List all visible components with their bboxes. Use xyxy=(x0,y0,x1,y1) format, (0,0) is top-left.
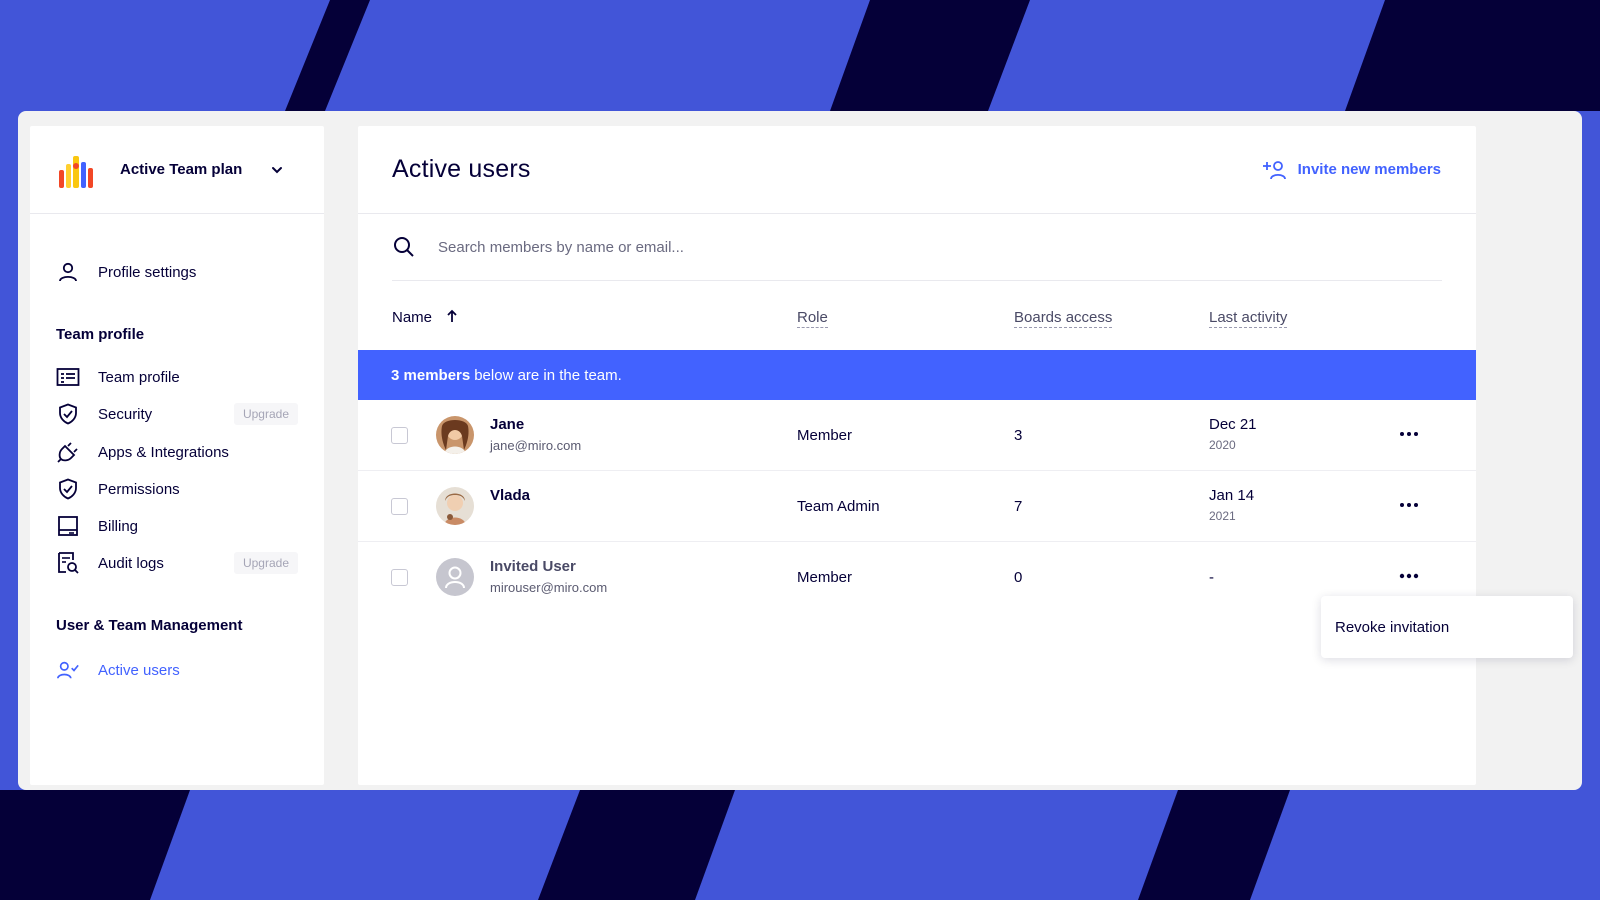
invite-members-button[interactable]: Invite new members xyxy=(1262,159,1441,181)
more-options-icon[interactable] xyxy=(1398,495,1420,515)
upgrade-badge[interactable]: Upgrade xyxy=(233,552,298,574)
id-card-icon xyxy=(56,365,80,389)
avatar-placeholder xyxy=(436,558,474,596)
sidebar-item-label: Billing xyxy=(98,517,139,535)
column-header-boards-access[interactable]: Boards access xyxy=(1014,309,1113,328)
column-header-last-activity[interactable]: Last activity xyxy=(1209,309,1288,328)
sidebar-item-profile-settings[interactable]: Profile settings xyxy=(56,257,298,287)
members-banner: 3 members below are in the team. xyxy=(358,350,1476,400)
sidebar-item-permissions[interactable]: Permissions xyxy=(56,474,298,504)
boards-access-count: 7 xyxy=(1014,498,1023,515)
last-activity-date: Jan 14 xyxy=(1209,487,1255,504)
user-role: Member xyxy=(797,427,853,444)
members-count: 3 members xyxy=(391,366,471,384)
sidebar-item-billing[interactable]: Billing xyxy=(56,511,298,541)
plan-switcher[interactable]: Active Team plan xyxy=(30,126,324,214)
members-banner-text: below are in the team. xyxy=(474,366,622,384)
boards-access-count: 3 xyxy=(1014,427,1023,444)
table-row: Invited User mirouser@miro.com Member 0 … xyxy=(358,542,1476,613)
last-activity-date: - xyxy=(1209,569,1214,586)
row-checkbox[interactable] xyxy=(391,569,408,586)
plan-title: Active Team plan xyxy=(120,161,243,178)
search-icon xyxy=(394,237,414,257)
user-name: Invited User xyxy=(490,558,576,575)
row-actions-menu: Revoke invitation xyxy=(1321,596,1573,658)
page-title: Active users xyxy=(392,155,531,183)
team-hands-logo xyxy=(59,155,93,188)
sidebar-item-apps-integrations[interactable]: Apps & Integrations xyxy=(56,437,298,467)
shield-icon xyxy=(56,402,80,426)
more-options-icon[interactable] xyxy=(1398,424,1420,444)
section-title-team-profile: Team profile xyxy=(56,326,145,343)
column-header-name[interactable]: Name xyxy=(392,309,458,326)
invite-members-label: Invite new members xyxy=(1297,161,1441,178)
table-row: Vlada Team Admin 7 Jan 14 2021 xyxy=(358,471,1476,542)
sidebar-item-label: Audit logs xyxy=(98,554,164,572)
user-email: mirouser@miro.com xyxy=(490,580,608,595)
main-header: Active users Invite new members xyxy=(358,126,1476,214)
sidebar-item-team-profile[interactable]: Team profile xyxy=(56,362,298,392)
more-options-icon[interactable] xyxy=(1398,566,1420,586)
search-bar xyxy=(392,214,1442,281)
sidebar-item-label: Apps & Integrations xyxy=(98,443,229,461)
last-activity-year: 2020 xyxy=(1209,438,1236,452)
user-email: jane@miro.com xyxy=(490,438,582,453)
search-input[interactable] xyxy=(438,238,1442,256)
sidebar-item-label: Team profile xyxy=(98,368,180,386)
sidebar-item-label: Profile settings xyxy=(98,263,197,281)
avatar xyxy=(436,487,474,525)
plug-icon xyxy=(56,440,80,464)
arrow-up-icon xyxy=(447,309,457,322)
section-title-user-team-management: User & Team Management xyxy=(56,617,243,634)
table-row: Jane jane@miro.com Member 3 Dec 21 2020 xyxy=(358,400,1476,471)
add-user-icon xyxy=(1262,160,1286,179)
upgrade-badge[interactable]: Upgrade xyxy=(233,403,298,425)
shield-check-icon xyxy=(56,477,80,501)
row-checkbox[interactable] xyxy=(391,427,408,444)
row-checkbox[interactable] xyxy=(391,498,408,515)
app-window: Active Team plan Profile settings Team p… xyxy=(18,111,1582,790)
sidebar-item-label: Active users xyxy=(98,661,180,679)
column-name-label: Name xyxy=(392,309,433,326)
user-role: Team Admin xyxy=(797,498,880,515)
sidebar: Active Team plan Profile settings Team p… xyxy=(30,126,324,785)
user-name: Jane xyxy=(490,416,525,433)
user-check-icon xyxy=(56,658,80,682)
sidebar-item-label: Security xyxy=(98,405,153,423)
revoke-invitation-menu-item[interactable]: Revoke invitation xyxy=(1335,619,1449,636)
sidebar-item-security[interactable]: Security Upgrade xyxy=(56,399,298,429)
last-activity-year: 2021 xyxy=(1209,509,1236,523)
column-header-role[interactable]: Role xyxy=(797,309,828,328)
boards-access-count: 0 xyxy=(1014,569,1023,586)
sidebar-item-label: Permissions xyxy=(98,480,180,498)
user-name: Vlada xyxy=(490,487,531,504)
chevron-down-icon[interactable] xyxy=(270,163,284,177)
sidebar-item-active-users[interactable]: Active users xyxy=(56,655,298,685)
avatar xyxy=(436,416,474,454)
sidebar-item-audit-logs[interactable]: Audit logs Upgrade xyxy=(56,548,298,578)
user-role: Member xyxy=(797,569,853,586)
audit-log-icon xyxy=(56,551,80,575)
user-icon xyxy=(56,260,80,284)
main-panel: Active users Invite new members Name Rol… xyxy=(358,126,1476,785)
billing-icon xyxy=(56,514,80,538)
last-activity-date: Dec 21 xyxy=(1209,416,1257,433)
